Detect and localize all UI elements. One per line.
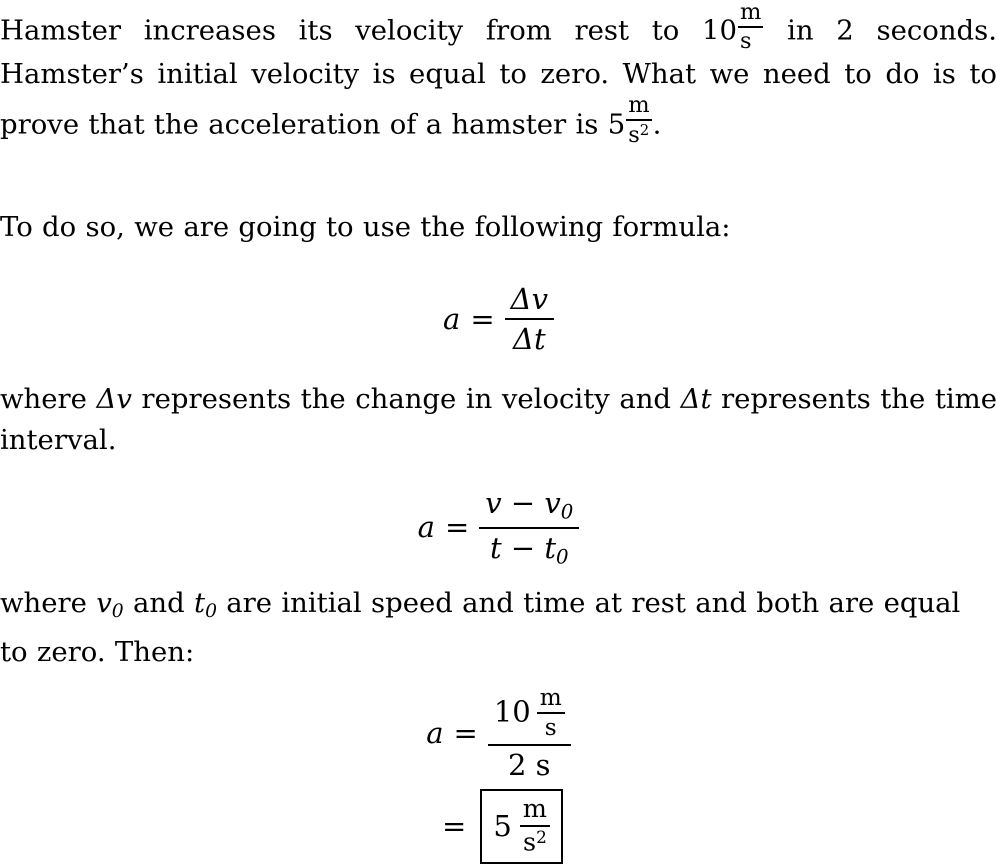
intro-text-part-1: Hamster increases its velocity from rest…: [0, 14, 738, 47]
equation-row: a = v − v0 t − t0: [418, 487, 580, 568]
fraction-ten-meters-per-second-over-two-seconds: 10 m s 2 s: [487, 684, 571, 782]
where2-text-part-2: and: [132, 587, 185, 619]
equals-sign: =: [470, 301, 495, 336]
subscript-zero: 0: [205, 601, 217, 623]
equation-display-4-boxed-answer: = 5 m s2: [0, 789, 997, 864]
symbol-t: t: [194, 587, 206, 619]
paragraph-where-delta: where Δv represents the change in veloci…: [0, 379, 997, 461]
equation-row: = 5 m s2: [434, 789, 563, 864]
equals-sign: =: [453, 716, 478, 751]
fraction-denominator-two-seconds: 2 s: [508, 747, 551, 782]
boxed-final-answer: 5 m s2: [480, 789, 563, 864]
unit-second: s: [628, 121, 640, 148]
where-text-part-2: represents the change in velocity and: [141, 383, 672, 415]
equation-lhs-a: a: [417, 510, 435, 545]
paragraph-intro: Hamster increases its velocity from rest…: [0, 0, 997, 148]
numerator-value-ten: 10: [493, 694, 531, 729]
fraction-numerator-delta-v: Δv: [510, 282, 548, 316]
fraction-meters-per-second-squared: m s2: [519, 794, 550, 857]
unit-second: s: [522, 827, 537, 858]
denominator-expression: t − t: [490, 530, 557, 565]
inline-fraction-meters-per-second: ms: [738, 0, 764, 55]
fraction-numerator-meter: m: [522, 794, 547, 824]
answer-value-five: 5: [493, 808, 512, 843]
lead-in-text: To do so, we are going to use the follow…: [0, 211, 731, 243]
symbol-v-zero: v0: [96, 587, 124, 623]
equation-display-2: a = v − v0 t − t0: [0, 487, 997, 568]
nested-denominator-second: s: [544, 714, 557, 742]
fraction-denominator-t-minus-t0: t − t0: [479, 529, 579, 569]
subscript-zero: 0: [111, 601, 124, 623]
fraction-denominator-second-squared: s2: [520, 827, 550, 857]
fraction-denominator-second: s: [740, 28, 752, 55]
nested-numerator-meter: m: [539, 684, 562, 711]
equation-row: a = 10 m s 2 s: [426, 684, 571, 782]
paragraph-lead-in: To do so, we are going to use the follow…: [0, 207, 997, 248]
equals-sign: =: [444, 510, 470, 545]
inline-fraction-meters-per-second-squared: m s2: [626, 92, 652, 147]
equation-row: a = Δv Δt: [443, 283, 554, 356]
fraction-denominator-second-squared: s2: [626, 122, 651, 147]
fraction-numerator-v-minus-v0: v − v0: [479, 487, 579, 527]
where-text-part-1: where: [0, 383, 87, 415]
fraction-delta-v-over-delta-t: Δv Δt: [504, 282, 554, 357]
equation-lhs-a: a: [443, 301, 461, 336]
exponent-two: 2: [639, 121, 650, 140]
exponent-two: 2: [536, 826, 547, 847]
equals-sign: =: [442, 809, 467, 844]
nested-fraction-meters-per-second: ms: [536, 684, 565, 742]
symbol-delta-v: Δv: [96, 383, 132, 415]
denominator-subscript-zero: 0: [556, 545, 569, 569]
equation-lhs-a: a: [426, 716, 444, 751]
fraction-denominator-delta-t: Δt: [513, 322, 546, 357]
fraction-numerator-meter: m: [740, 0, 762, 26]
equation-display-3: a = 10 m s 2 s: [0, 684, 997, 782]
symbol-v: v: [96, 587, 112, 619]
intro-text-period: .: [652, 108, 662, 141]
symbol-delta-t: Δt: [680, 383, 712, 415]
where2-text-part-1: where: [0, 587, 87, 619]
paragraph-where-initial-values: where v0 and t0 are initial speed and ti…: [0, 583, 997, 673]
symbol-t-zero: t0: [194, 587, 217, 623]
fraction-numerator-ten-meters-per-second: 10 m s: [488, 684, 571, 744]
numerator-expression: v − v: [485, 486, 561, 520]
fraction-velocity-difference-over-time-difference: v − v0 t − t0: [479, 487, 580, 569]
equation-display-1: a = Δv Δt: [0, 283, 997, 356]
numerator-subscript-zero: 0: [560, 500, 574, 524]
document-page: Hamster increases its velocity from rest…: [0, 0, 997, 864]
boxed-answer-content: 5 m s2: [493, 796, 550, 856]
fraction-numerator-meter: m: [628, 92, 650, 119]
